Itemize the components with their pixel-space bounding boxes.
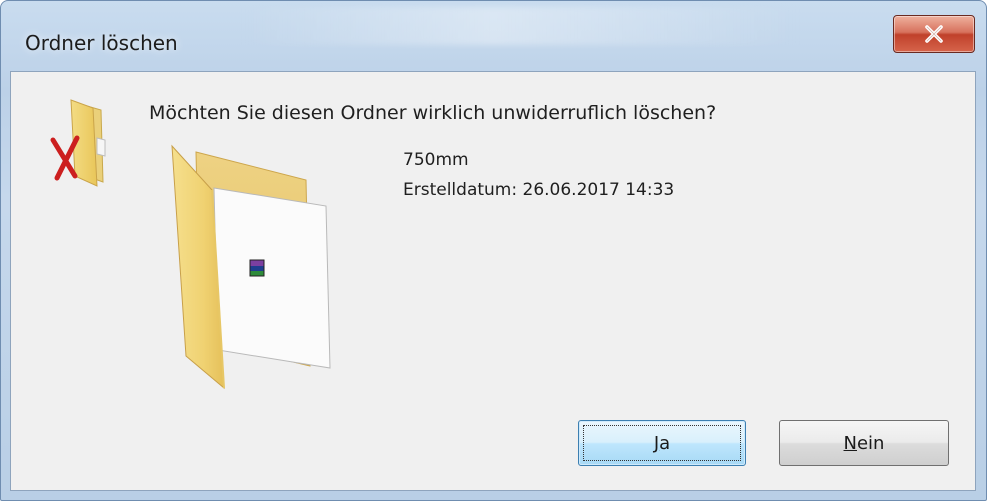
- close-button[interactable]: [893, 15, 975, 53]
- yes-button-label: Ja: [653, 432, 671, 454]
- no-button[interactable]: Nein: [779, 420, 949, 466]
- yes-button[interactable]: Ja: [578, 420, 746, 466]
- close-icon: [925, 25, 943, 43]
- winrar-archive-icon: [249, 259, 265, 277]
- no-button-label: Nein: [843, 432, 885, 454]
- folder-delete-icon: [50, 99, 106, 187]
- window-title: Ordner löschen: [25, 31, 178, 55]
- confirmation-question: Möchten Sie diesen Ordner wirklich unwid…: [149, 102, 717, 124]
- dialog-window: Ordner löschen Möchten Sie diesen Ordner…: [0, 0, 987, 501]
- dialog-content: Möchten Sie diesen Ordner wirklich unwid…: [10, 71, 976, 491]
- folder-name: 750mm: [403, 150, 469, 170]
- creation-date: Erstelldatum: 26.06.2017 14:33: [403, 180, 675, 200]
- folder-icon: [171, 144, 331, 390]
